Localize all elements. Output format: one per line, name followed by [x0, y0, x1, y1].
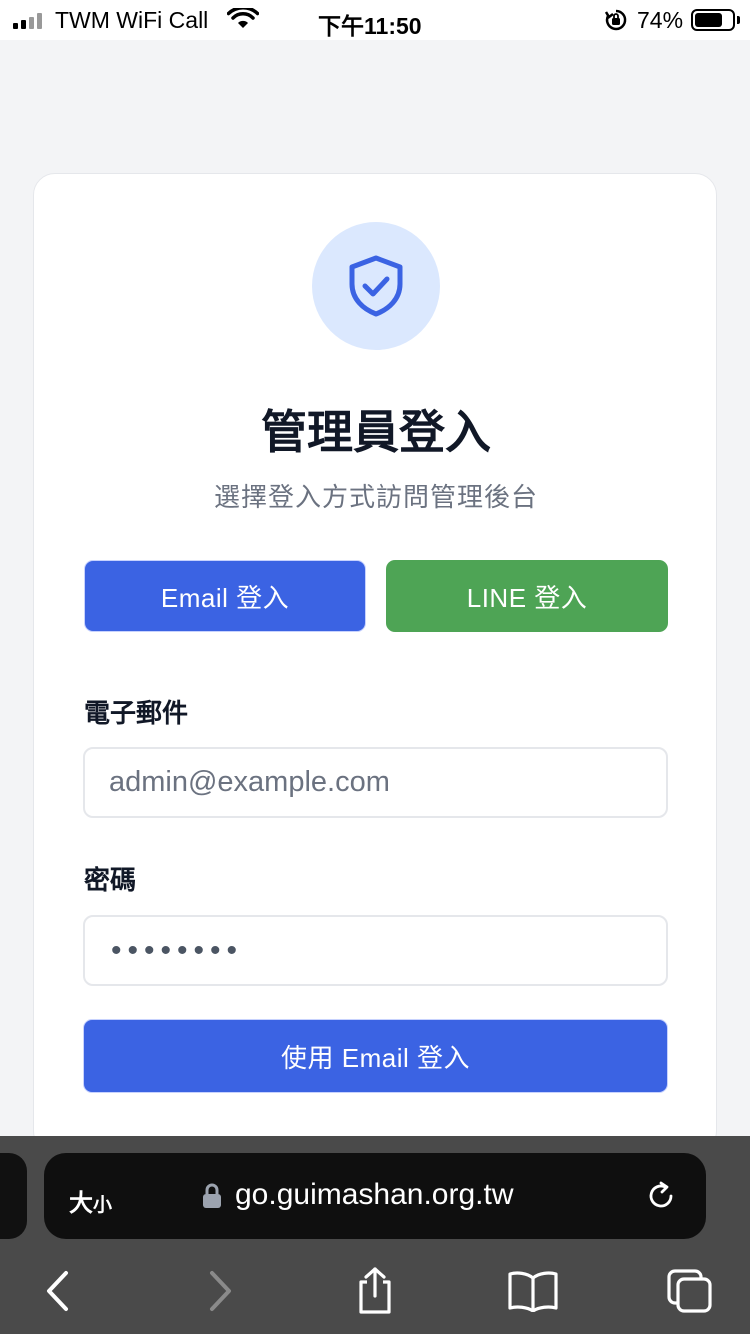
tabs-icon[interactable] [666, 1268, 714, 1314]
browser-toolbar [0, 1266, 750, 1326]
password-label: 密碼 [84, 865, 137, 895]
password-field[interactable]: •••••••• [83, 915, 668, 986]
page-title: 管理員登入 [261, 406, 491, 458]
battery-percent: 74% [637, 7, 684, 33]
shield-icon-badge [312, 222, 440, 350]
password-masked-value: •••••••• [111, 933, 244, 967]
shield-check-icon [349, 255, 403, 317]
wifi-icon [227, 8, 259, 28]
back-icon[interactable] [44, 1270, 72, 1312]
forward-icon[interactable] [206, 1270, 234, 1312]
submit-email-login-button[interactable]: 使用 Email 登入 [83, 1019, 668, 1093]
signal-icon [13, 13, 47, 29]
battery-level-fill [695, 13, 722, 27]
lock-icon [203, 1183, 221, 1208]
url-text: go.guimashan.org.tw [235, 1178, 514, 1211]
email-field[interactable] [83, 747, 668, 818]
browser-bottom-bar: 大小 go.guimashan.org.tw [0, 1136, 750, 1334]
login-card: 管理員登入 選擇登入方式訪問管理後台 Email 登入 LINE 登入 電子郵件… [33, 173, 717, 1153]
email-label: 電子郵件 [84, 698, 189, 728]
status-bar: TWM WiFi Call 下午11:50 74% [0, 0, 750, 40]
rotation-lock-icon [604, 9, 627, 31]
submit-button-label: 使用 Email 登入 [281, 1042, 470, 1073]
reload-icon[interactable] [644, 1179, 678, 1213]
text-size-big-label: 大 [69, 1190, 93, 1217]
text-size-button[interactable]: 大小 [69, 1183, 112, 1218]
clock: 下午11:50 [318, 13, 422, 39]
screen: TWM WiFi Call 下午11:50 74% 管理員登入 選擇登入方式訪問 [0, 0, 750, 1334]
battery-cap [737, 16, 740, 24]
previous-tab-edge[interactable] [0, 1153, 27, 1239]
address-bar[interactable]: 大小 go.guimashan.org.tw [44, 1153, 706, 1239]
text-size-small-label: 小 [93, 1195, 113, 1216]
share-icon[interactable] [353, 1266, 397, 1316]
line-login-tab[interactable]: LINE 登入 [386, 560, 668, 632]
page-subtitle: 選擇登入方式訪問管理後台 [213, 482, 538, 512]
line-login-tab-label: LINE 登入 [466, 582, 588, 613]
email-login-tab[interactable]: Email 登入 [84, 560, 366, 632]
bookmarks-icon[interactable] [507, 1270, 559, 1312]
email-login-tab-label: Email 登入 [160, 582, 290, 613]
carrier-name: TWM WiFi Call [55, 7, 209, 33]
battery-icon [691, 9, 735, 31]
